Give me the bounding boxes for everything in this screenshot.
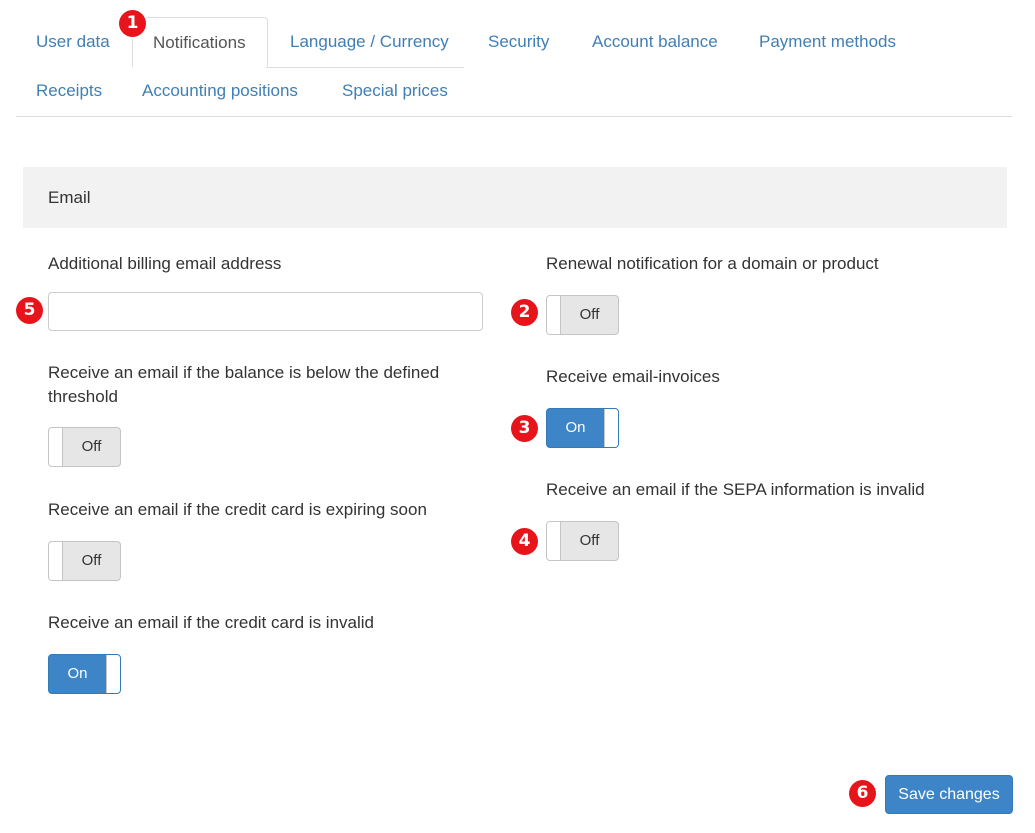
email-invoices-label: Receive email-invoices: [546, 367, 720, 386]
cc-expiring-toggle[interactable]: Off: [48, 541, 121, 581]
tab-user-data[interactable]: User data: [16, 17, 130, 67]
annotation-marker-5: 5: [16, 297, 43, 324]
cc-expiring-label: Receive an email if the credit card is e…: [48, 500, 427, 519]
tab-security[interactable]: Security: [468, 17, 569, 67]
toggle-state-label: On: [67, 665, 88, 682]
annotation-marker-3: 3: [511, 415, 538, 442]
toggle-state-label: Off: [81, 438, 102, 455]
sepa-invalid-label: Receive an email if the SEPA information…: [546, 480, 925, 499]
tab-payment-methods[interactable]: Payment methods: [739, 17, 916, 67]
billing-email-label: Additional billing email address: [48, 254, 282, 273]
toggle-knob: [106, 655, 120, 693]
toggle-knob: [49, 542, 63, 580]
annotation-marker-1: 1: [119, 10, 146, 37]
email-section-heading: Email: [23, 167, 1007, 228]
tab-account-balance[interactable]: Account balance: [572, 17, 738, 67]
cc-invalid-toggle[interactable]: On: [48, 654, 121, 694]
email-invoices-toggle[interactable]: On: [546, 408, 619, 448]
sepa-invalid-toggle[interactable]: Off: [546, 521, 619, 561]
balance-threshold-toggle[interactable]: Off: [48, 427, 121, 467]
toggle-knob: [547, 296, 561, 334]
toggle-state-label: Off: [81, 552, 102, 569]
cc-invalid-label: Receive an email if the credit card is i…: [48, 613, 374, 632]
toggle-knob: [547, 522, 561, 560]
toggle-state-label: Off: [579, 306, 600, 323]
annotation-marker-6: 6: [849, 780, 876, 807]
toggle-state-label: Off: [579, 532, 600, 549]
annotation-marker-2: 2: [511, 299, 538, 326]
tab-notifications[interactable]: Notifications: [132, 17, 268, 67]
save-changes-button[interactable]: Save changes: [885, 775, 1013, 814]
renewal-label: Renewal notification for a domain or pro…: [546, 254, 879, 273]
billing-email-input[interactable]: [48, 292, 483, 331]
tab-language-currency[interactable]: Language / Currency: [270, 17, 469, 67]
toggle-knob: [49, 428, 63, 466]
settings-tabs: User data Notifications Language / Curre…: [16, 17, 1012, 117]
annotation-marker-4: 4: [511, 528, 538, 555]
tab-accounting-positions[interactable]: Accounting positions: [122, 66, 318, 116]
balance-threshold-label: Receive an email if the balance is below…: [48, 363, 440, 406]
toggle-knob: [604, 409, 618, 447]
renewal-toggle[interactable]: Off: [546, 295, 619, 335]
toggle-state-label: On: [565, 419, 586, 436]
tab-receipts[interactable]: Receipts: [16, 66, 122, 116]
tab-special-prices[interactable]: Special prices: [322, 66, 468, 116]
